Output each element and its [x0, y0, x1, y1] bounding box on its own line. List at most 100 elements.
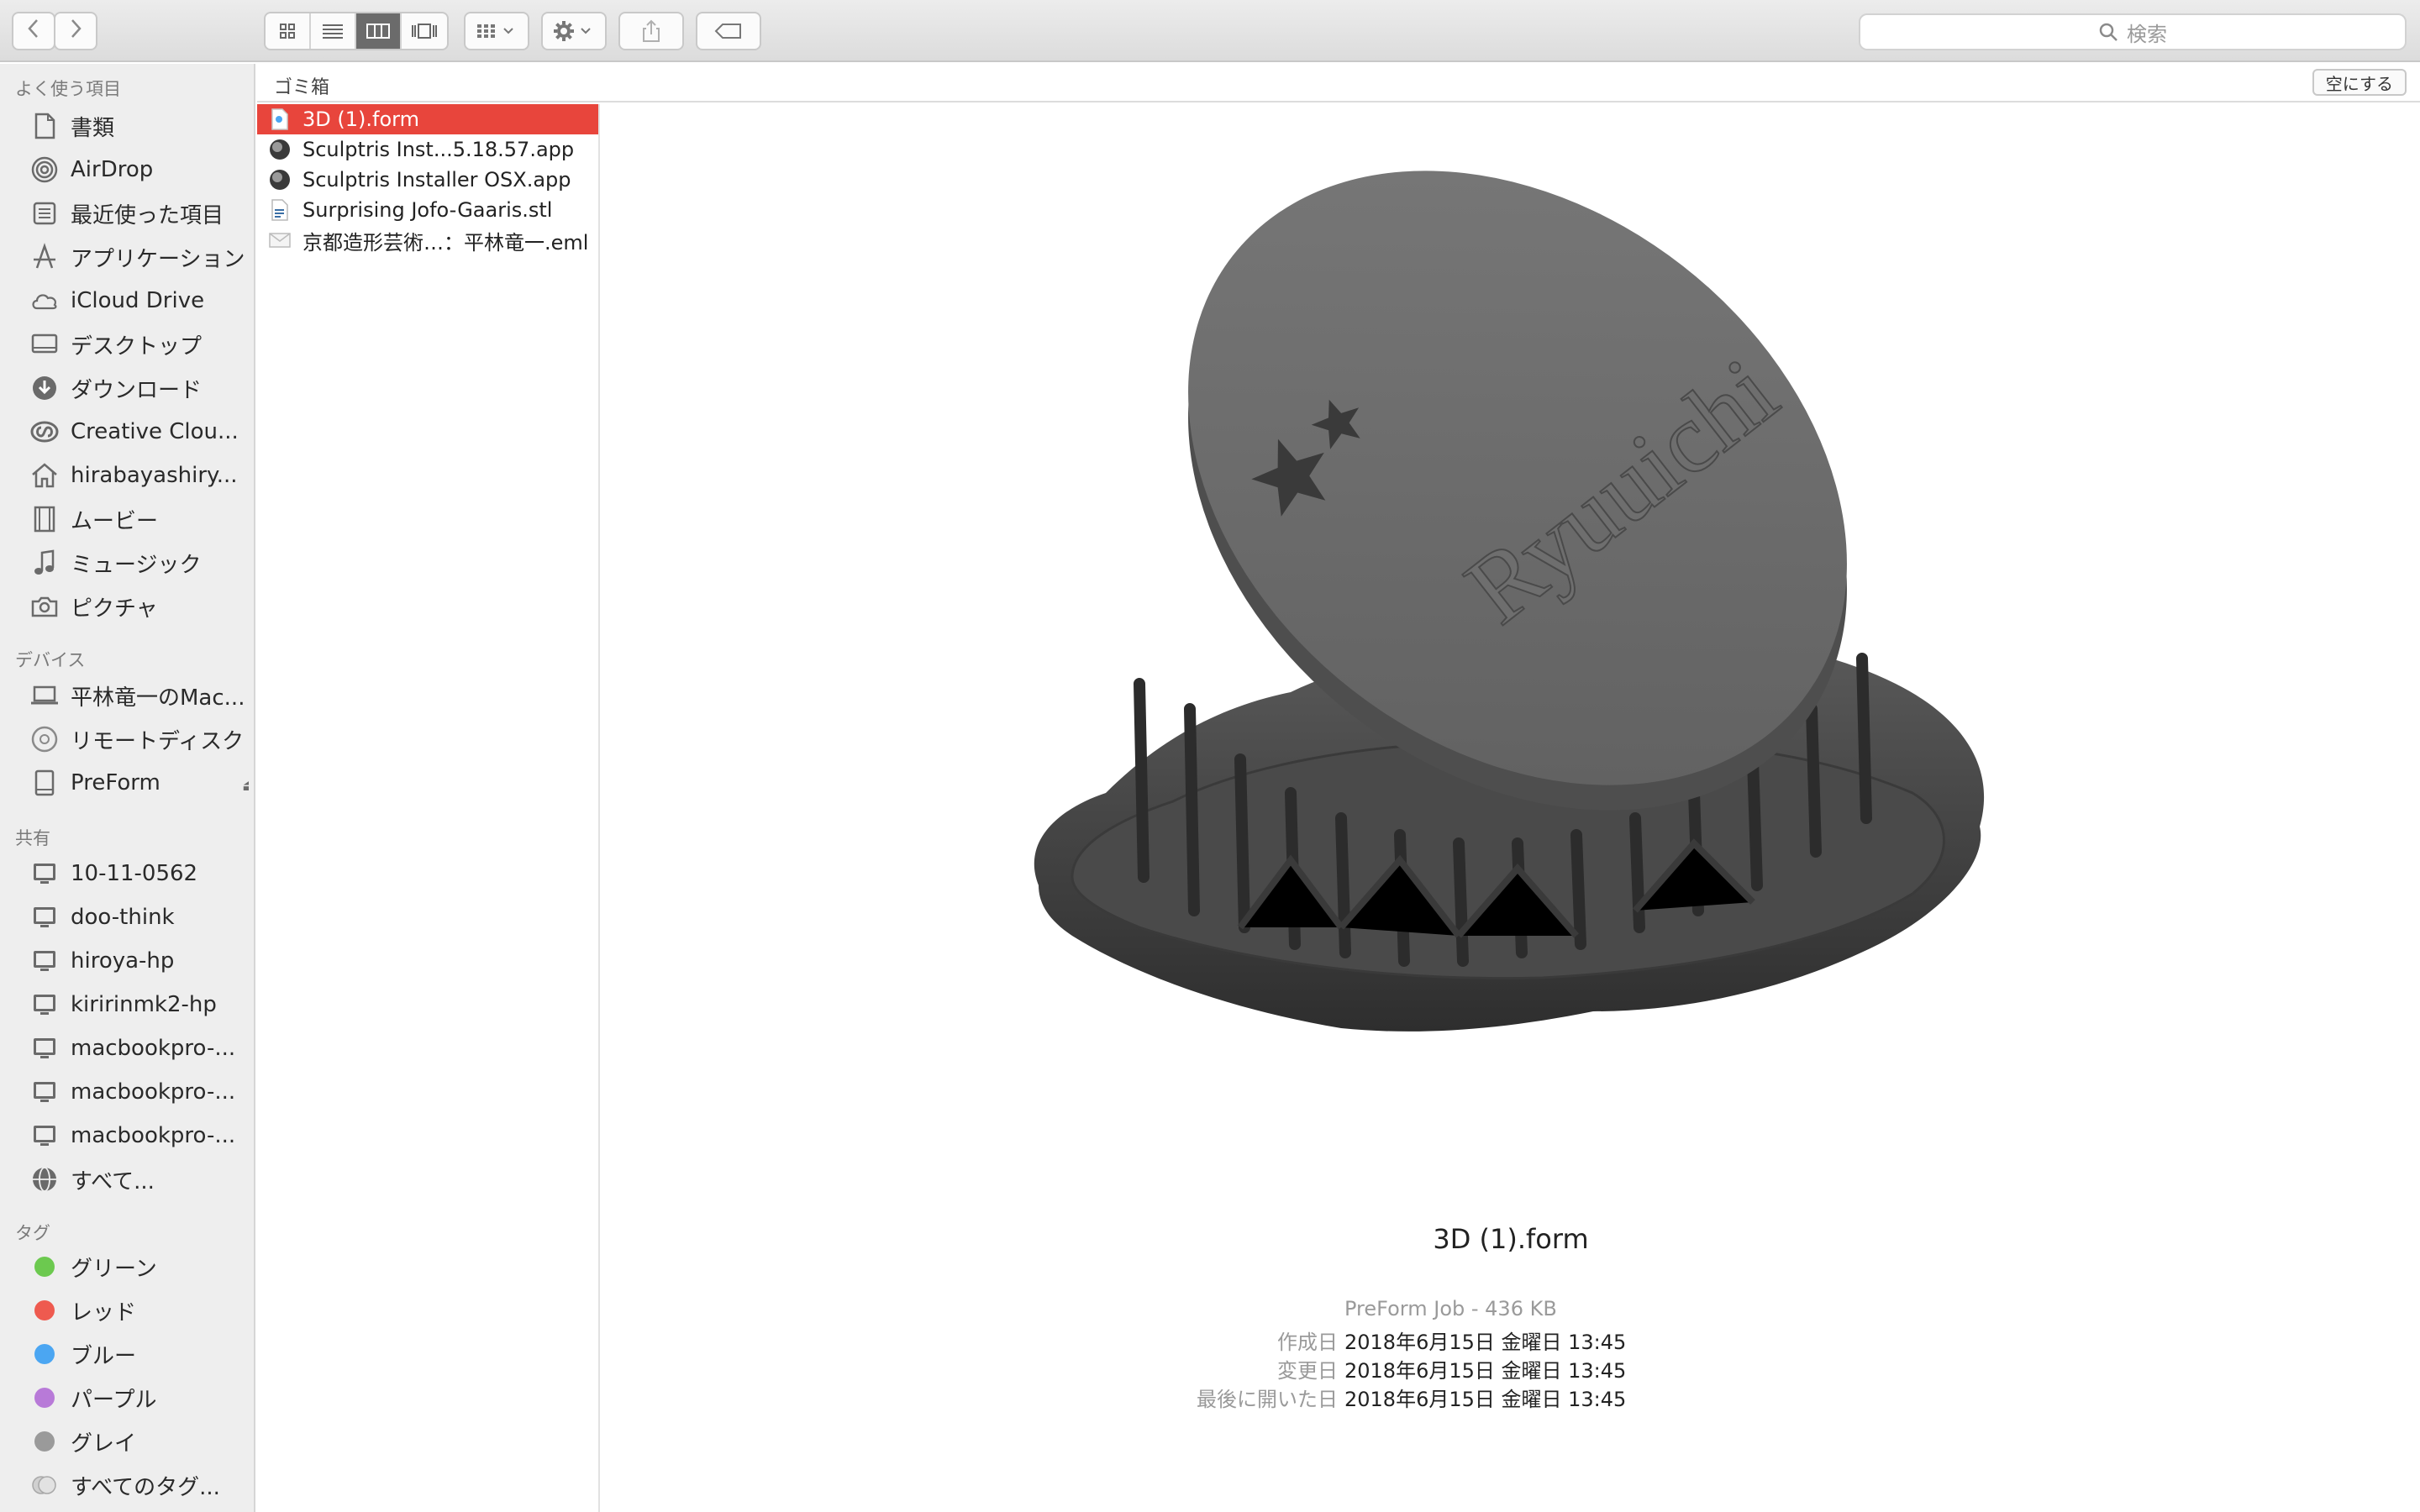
grid-icon [280, 24, 295, 39]
tag-dot-icon [29, 1425, 60, 1457]
gallery-view-button[interactable] [402, 13, 447, 49]
list-icon [323, 24, 343, 39]
list-view-button[interactable] [311, 13, 356, 49]
devices-header: デバイス [15, 650, 86, 670]
home-icon [29, 459, 60, 491]
sidebar-item-music[interactable]: ミュージック [29, 544, 249, 581]
film-icon [29, 503, 60, 535]
file-row[interactable]: Surprising Jofo-Gaaris.stl [257, 195, 598, 225]
sidebar-item-desktop[interactable]: デスクトップ [29, 326, 249, 363]
search-placeholder: 検索 [2127, 22, 2167, 46]
sidebar-item-label: AirDrop [71, 157, 154, 182]
icon-view-button[interactable] [266, 13, 311, 49]
shared-header: 共有 [15, 828, 50, 848]
sidebar-item-pictures[interactable]: ピクチャ [29, 588, 249, 625]
sidebar-item-label: ブルー [71, 1343, 137, 1369]
meta-key: 作成日 [1277, 1331, 1338, 1354]
sidebar-item-preform[interactable]: PreForm ⏏ [29, 764, 249, 801]
tag-dot-icon [29, 1338, 60, 1370]
file-name: Sculptris Installer OSX.app [302, 168, 571, 192]
file-row[interactable]: Sculptris Installer OSX.app [257, 165, 598, 195]
sidebar-item-label: レッド [71, 1299, 137, 1326]
sidebar-item-shared-host[interactable]: doo-think [29, 899, 249, 936]
sidebar-item-movies[interactable]: ムービー [29, 501, 249, 538]
monitor-icon [29, 1076, 60, 1108]
column-header: ゴミ箱 空にする [257, 64, 2420, 102]
meta-row-modified: 変更日 2018年6月15日 金曜日 13:45 [602, 1354, 2420, 1383]
sidebar-item-shared-all[interactable]: すべて... [29, 1161, 249, 1198]
action-button[interactable] [541, 12, 607, 50]
sidebar-tag-purple[interactable]: パープル [29, 1379, 249, 1416]
sidebar-item-remote-disc[interactable]: リモートディスク [29, 721, 249, 758]
camera-icon [29, 591, 60, 622]
all-tags-icon [29, 1469, 60, 1501]
sidebar-tag-gray[interactable]: グレイ [29, 1423, 249, 1460]
file-row[interactable]: 京都造形芸術…：平林竜一.eml [257, 225, 598, 255]
sidebar-item-label: macbookpro-... [71, 1079, 236, 1105]
music-icon [29, 547, 60, 579]
document-icon [29, 110, 60, 142]
applications-icon [29, 241, 60, 273]
back-button[interactable] [12, 12, 55, 50]
model-thumbnail: Ryuuichi [1034, 171, 1985, 1032]
sidebar-item-shared-host[interactable]: hiroya-hp [29, 942, 249, 979]
meta-key: 最後に開いた日 [1197, 1388, 1338, 1411]
tag-dot-icon [29, 1251, 60, 1283]
sidebar-item-airdrop[interactable]: AirDrop [29, 151, 249, 188]
sidebar-item-label: デスクトップ [71, 333, 203, 360]
sidebar-item-shared-host[interactable]: 10-11-0562 [29, 855, 249, 892]
sidebar-item-mac[interactable]: 平林竜一のMac... [29, 677, 249, 714]
sidebar-item-shared-host[interactable]: macbookpro-... [29, 1030, 249, 1067]
search-field[interactable]: 検索 [1859, 13, 2407, 50]
meta-key: 変更日 [1277, 1359, 1338, 1383]
sidebar-item-shared-host[interactable]: kiririnmk2-hp [29, 986, 249, 1023]
sidebar-item-label: ピクチャ [71, 596, 158, 622]
monitor-icon [29, 901, 60, 933]
monitor-icon [29, 1032, 60, 1064]
chevron-left-icon [25, 18, 42, 45]
column-title: ゴミ箱 [274, 77, 330, 98]
sidebar-item-label: iCloud Drive [71, 288, 205, 313]
mail-icon [267, 228, 292, 253]
sidebar-item-label: ミュージック [71, 552, 202, 578]
sidebar-item-label: PreForm [71, 770, 160, 795]
file-name: Surprising Jofo-Gaaris.stl [302, 198, 553, 222]
sidebar-item-label: グレイ [71, 1431, 137, 1457]
sidebar-item-home[interactable]: hirabayashiry... [29, 457, 249, 494]
eject-icon[interactable]: ⏏ [242, 774, 249, 795]
sidebar-tag-all[interactable]: すべてのタグ... [29, 1467, 249, 1504]
sidebar-item-label: hiroya-hp [71, 948, 175, 974]
sidebar-item-shared-host[interactable]: macbookpro-... [29, 1074, 249, 1110]
share-button[interactable] [618, 12, 684, 50]
column-view-button[interactable] [356, 13, 402, 49]
creative-cloud-icon [29, 416, 60, 448]
sidebar-item-documents[interactable]: 書類 [29, 108, 249, 144]
sidebar-tag-blue[interactable]: ブルー [29, 1336, 249, 1373]
sidebar-item-downloads[interactable]: ダウンロード [29, 370, 249, 407]
sidebar-item-label: Creative Clou... [71, 419, 239, 444]
sidebar-tag-green[interactable]: グリーン [29, 1248, 249, 1285]
sidebar-item-creative-cloud[interactable]: Creative Clou... [29, 413, 249, 450]
sidebar-tag-red[interactable]: レッド [29, 1292, 249, 1329]
tag-icon [714, 24, 741, 39]
sidebar-item-label: ダウンロード [71, 377, 203, 403]
sidebar-item-label: macbookpro-... [71, 1123, 236, 1148]
forward-button[interactable] [54, 12, 97, 50]
sidebar-item-label: 最近使った項目 [71, 202, 224, 228]
sidebar-item-label: 書類 [71, 115, 115, 141]
tag-button[interactable] [696, 12, 761, 50]
sidebar-item-shared-host[interactable]: macbookpro-... [29, 1117, 249, 1154]
file-row[interactable]: 3D (1).form [257, 104, 598, 134]
file-name: Sculptris Inst...5.18.57.app [302, 138, 575, 161]
file-row[interactable]: Sculptris Inst...5.18.57.app [257, 134, 598, 165]
monitor-icon [29, 989, 60, 1021]
file-name: 京都造形芸術…：平林竜一.eml [302, 230, 589, 255]
sidebar-item-applications[interactable]: アプリケーション [29, 239, 249, 276]
empty-trash-button[interactable]: 空にする [2312, 69, 2407, 96]
disc-icon [29, 723, 60, 755]
sidebar-item-label: doo-think [71, 905, 175, 930]
sidebar-item-recents[interactable]: 最近使った項目 [29, 195, 249, 232]
sidebar-item-icloud[interactable]: iCloud Drive [29, 282, 249, 319]
group-button[interactable] [464, 12, 529, 50]
sidebar-item-label: アプリケーション [71, 246, 245, 272]
